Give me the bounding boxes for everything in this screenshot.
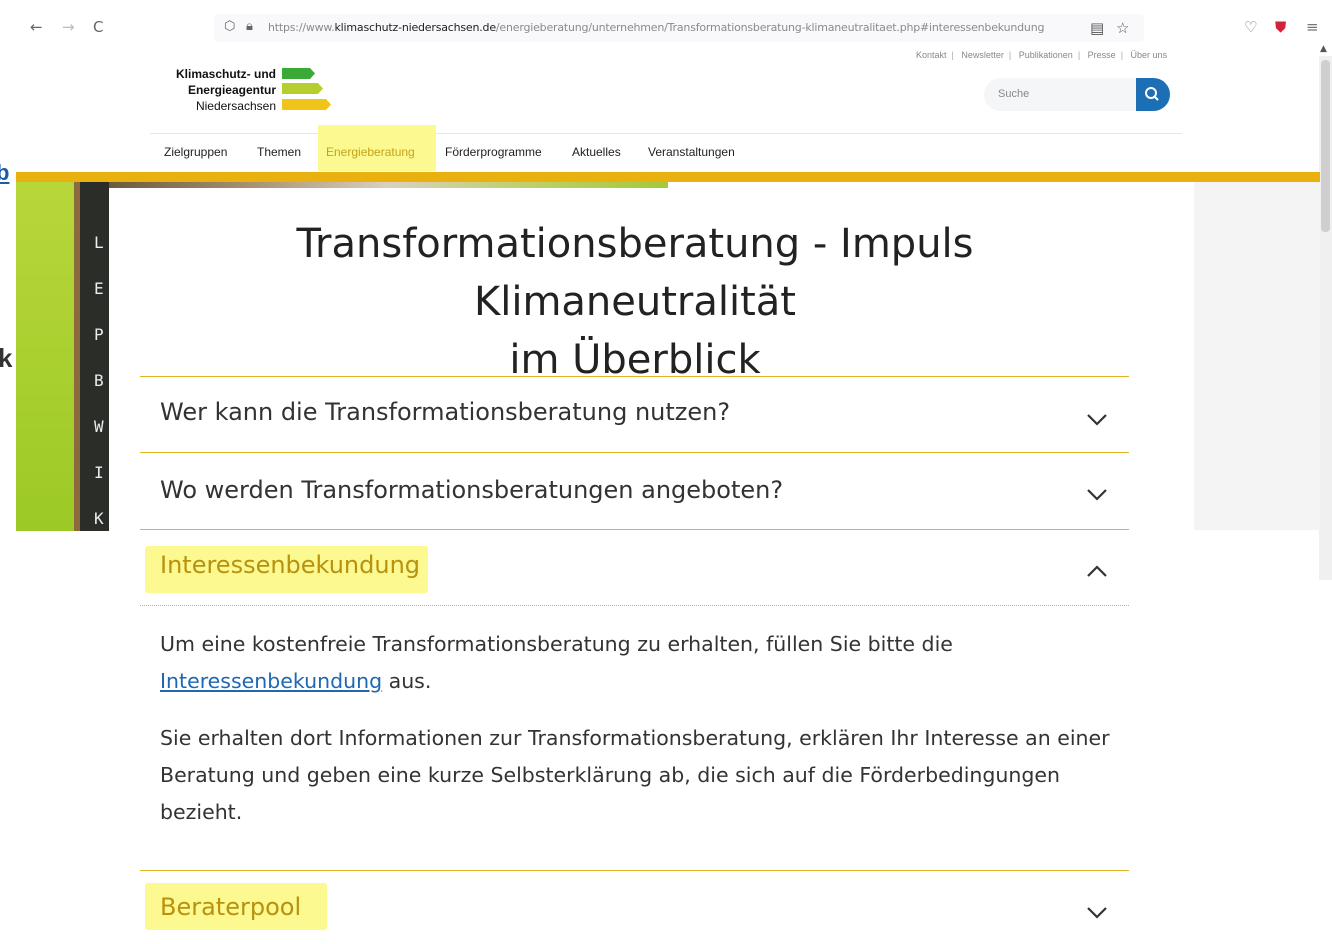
accordion-header-wo-werden[interactable]: Wo werden Transformationsberatungen ange… — [160, 476, 783, 504]
accordion-divider — [140, 376, 1129, 377]
bookmark-star-icon[interactable]: ☆ — [1116, 19, 1129, 37]
nav-item-veranstaltungen[interactable]: Veranstaltungen — [648, 145, 735, 159]
separator: | — [1077, 50, 1081, 60]
reader-view-icon[interactable]: ▤ — [1090, 19, 1104, 37]
header-divider — [150, 133, 1182, 134]
chevron-down-icon[interactable] — [1084, 407, 1110, 433]
accordion-panel-paragraph-2: Sie erhalten dort Informationen zur Tran… — [160, 726, 1110, 824]
background-cut-link[interactable]: b — [0, 160, 9, 186]
separator: | — [951, 50, 954, 60]
pocket-icon[interactable]: ♡ — [1244, 18, 1257, 36]
page-title: Transformationsberatung - Impuls Klimane… — [140, 215, 1130, 389]
top-link-newsletter[interactable]: Newsletter — [961, 50, 1004, 60]
chevron-down-icon[interactable] — [1084, 482, 1110, 508]
extension-shield-icon[interactable]: ⛊ — [1275, 18, 1286, 36]
top-link-publikationen[interactable]: Publikationen — [1019, 50, 1073, 60]
board-letter: I — [94, 463, 104, 482]
paragraph-text: Um eine kostenfreie Transformationsberat… — [160, 632, 953, 656]
accordion-divider — [140, 870, 1129, 871]
address-bar[interactable]: ⬡ 🔒︎ https://www.klimaschutz-niedersachs… — [214, 14, 1144, 42]
scrollbar-thumb[interactable] — [1321, 60, 1330, 232]
top-link-kontakt[interactable]: Kontakt — [916, 50, 947, 60]
accordion-header-interessenbekundung[interactable]: Interessenbekundung — [160, 551, 420, 579]
search-input[interactable]: Suche — [984, 78, 1136, 111]
paragraph-text: aus. — [382, 669, 432, 693]
chalkboard-letters: L E P B W I K — [94, 220, 104, 531]
board-letter: B — [94, 371, 104, 390]
shield-icon[interactable]: ⬡ — [224, 20, 235, 34]
url-prefix: https://www. — [268, 21, 335, 34]
scroll-up-arrow-icon[interactable]: ▲ — [1320, 44, 1327, 54]
search-placeholder: Suche — [998, 88, 1030, 100]
board-letter: W — [94, 417, 104, 436]
accordion-panel-divider — [140, 605, 1129, 606]
accordion-divider — [140, 452, 1129, 453]
chevron-down-icon[interactable] — [1084, 900, 1110, 926]
board-letter: P — [94, 325, 104, 344]
background-cut-heading: k — [0, 343, 13, 373]
url-domain: klimaschutz-niedersachsen.de — [334, 21, 497, 34]
search-button[interactable] — [1136, 78, 1170, 111]
back-icon[interactable]: ← — [30, 20, 43, 35]
logo-energy-bars-icon — [282, 68, 331, 110]
accordion-divider — [140, 529, 1129, 530]
board-letter: L — [94, 233, 104, 252]
accordion-header-beraterpool[interactable]: Beraterpool — [160, 893, 301, 921]
separator: | — [1008, 50, 1012, 60]
top-link-ueber-uns[interactable]: Über uns — [1131, 50, 1168, 60]
nav-item-aktuelles[interactable]: Aktuelles — [572, 145, 621, 159]
nav-item-energieberatung[interactable]: Energieberatung — [326, 145, 415, 159]
nav-item-themen[interactable]: Themen — [257, 145, 301, 159]
logo[interactable]: Klimaschutz- und Energieagentur Niedersa… — [164, 66, 276, 114]
browser-toolbar: ← → C ⬡ 🔒︎ https://www.klimaschutz-niede… — [0, 0, 1332, 52]
top-link-presse[interactable]: Presse — [1088, 50, 1116, 60]
lock-icon[interactable]: 🔒︎ — [246, 20, 253, 34]
logo-line-3: Niedersachsen — [195, 99, 276, 113]
url-path: /energieberatung/unternehmen/Transformat… — [495, 21, 1045, 34]
logo-line-2: Energieagentur — [187, 83, 276, 97]
chalkboard-image — [74, 182, 109, 531]
nav-item-foerderprogramme[interactable]: Förderprogramme — [445, 145, 542, 159]
board-letter: E — [94, 279, 104, 298]
nav-item-zielgruppen[interactable]: Zielgruppen — [164, 145, 227, 159]
interessenbekundung-link[interactable]: Interessenbekundung — [160, 669, 382, 693]
forward-icon[interactable]: → — [62, 20, 75, 35]
search-icon — [1145, 87, 1159, 101]
accordion-header-wer-kann[interactable]: Wer kann die Transformationsberatung nut… — [160, 398, 730, 426]
sidebar-panel — [1194, 182, 1320, 530]
url-text[interactable]: https://www.klimaschutz-niedersachsen.de… — [268, 21, 1044, 34]
separator: | — [1120, 50, 1124, 60]
header-accent-bar — [16, 172, 1320, 182]
logo-line-1: Klimaschutz- und — [175, 67, 276, 81]
chevron-up-icon[interactable] — [1084, 558, 1110, 584]
board-letter: K — [94, 509, 104, 528]
menu-icon[interactable]: ≡ — [1306, 18, 1319, 36]
accordion-panel-paragraph-1: Um eine kostenfreie Transformationsberat… — [160, 626, 1120, 700]
top-links: Kontakt | Newsletter | Publikationen | Pres… — [916, 50, 1167, 60]
reload-icon[interactable]: C — [93, 20, 103, 35]
hero-image: L E P B W I K — [16, 182, 109, 531]
page-title-line-1: Transformationsberatung - Impuls Klimane… — [296, 221, 974, 325]
